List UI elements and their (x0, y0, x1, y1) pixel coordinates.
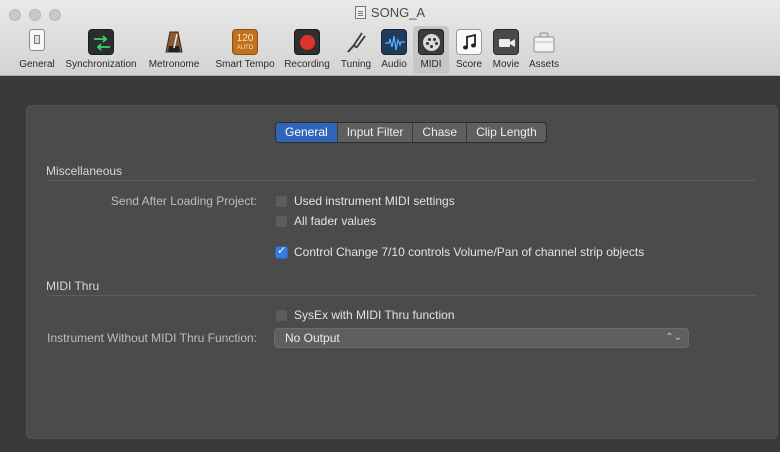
tab-general[interactable]: General (276, 123, 338, 142)
toolbar-audio[interactable]: Audio (378, 26, 410, 74)
instrument-without-midi-thru-label: Instrument Without MIDI Thru Function: (47, 331, 257, 345)
movie-camera-icon (493, 29, 519, 55)
send-after-loading-label: Send After Loading Project: (110, 194, 257, 208)
tuning-fork-icon (343, 29, 369, 55)
metronome-icon (161, 29, 187, 55)
tab-chase[interactable]: Chase (413, 123, 468, 142)
toolbar-recording[interactable]: Recording (281, 26, 333, 74)
music-note-icon (456, 29, 482, 55)
sysex-midi-thru-label: SysEx with MIDI Thru function (294, 308, 455, 322)
title-bar: SONG_A General Synchronization Metronome (0, 0, 780, 76)
toolbar-movie[interactable]: Movie (488, 26, 524, 74)
used-instrument-midi-settings-checkbox[interactable] (275, 195, 288, 208)
sync-arrows-icon (88, 29, 114, 55)
toolbar-metronome[interactable]: Metronome (144, 26, 204, 74)
toolbar-score[interactable]: Score (452, 26, 486, 74)
smart-tempo-icon: 120 AUTO (232, 29, 258, 55)
instrument-without-midi-thru-select[interactable]: No Output ⌃⌄ (274, 328, 689, 348)
toolbar-assets[interactable]: Assets (526, 26, 562, 74)
midi-general-panel: General Input Filter Chase Clip Length M… (26, 105, 778, 439)
midi-port-icon (418, 29, 444, 55)
toolbar-midi[interactable]: MIDI (413, 26, 449, 74)
instrument-select-value: No Output (285, 331, 340, 345)
audio-waveform-icon (381, 29, 407, 55)
midi-thru-divider (46, 295, 756, 296)
document-icon (354, 6, 366, 19)
toolbar-general[interactable]: General (18, 26, 56, 74)
control-change-7-10-checkbox[interactable] (275, 244, 288, 259)
toolbar-smart-tempo[interactable]: 120 AUTO Smart Tempo (208, 26, 282, 74)
preferences-window: SONG_A General Synchronization Metronome (0, 0, 780, 452)
toolbar-tuning[interactable]: Tuning (336, 26, 376, 74)
briefcase-icon (531, 29, 557, 55)
all-fader-values-checkbox[interactable] (275, 215, 288, 228)
tab-clip-length[interactable]: Clip Length (467, 123, 546, 142)
midi-tab-bar: General Input Filter Chase Clip Length (275, 122, 547, 143)
toolbar-synchronization[interactable]: Synchronization (60, 26, 142, 74)
midi-thru-heading: MIDI Thru (46, 279, 100, 293)
chevron-up-down-icon: ⌃⌄ (665, 332, 682, 343)
preferences-content: General Input Filter Chase Clip Length M… (8, 76, 780, 452)
tab-input-filter[interactable]: Input Filter (338, 123, 414, 142)
record-icon (294, 29, 320, 55)
sysex-midi-thru-checkbox[interactable] (275, 309, 288, 322)
window-title: SONG_A (0, 5, 780, 20)
control-change-7-10-label: Control Change 7/10 controls Volume/Pan … (294, 245, 645, 259)
miscellaneous-heading: Miscellaneous (46, 164, 123, 178)
used-instrument-midi-settings-label: Used instrument MIDI settings (294, 194, 455, 208)
miscellaneous-divider (46, 180, 756, 181)
switch-icon (29, 29, 45, 51)
all-fader-values-label: All fader values (294, 214, 377, 228)
